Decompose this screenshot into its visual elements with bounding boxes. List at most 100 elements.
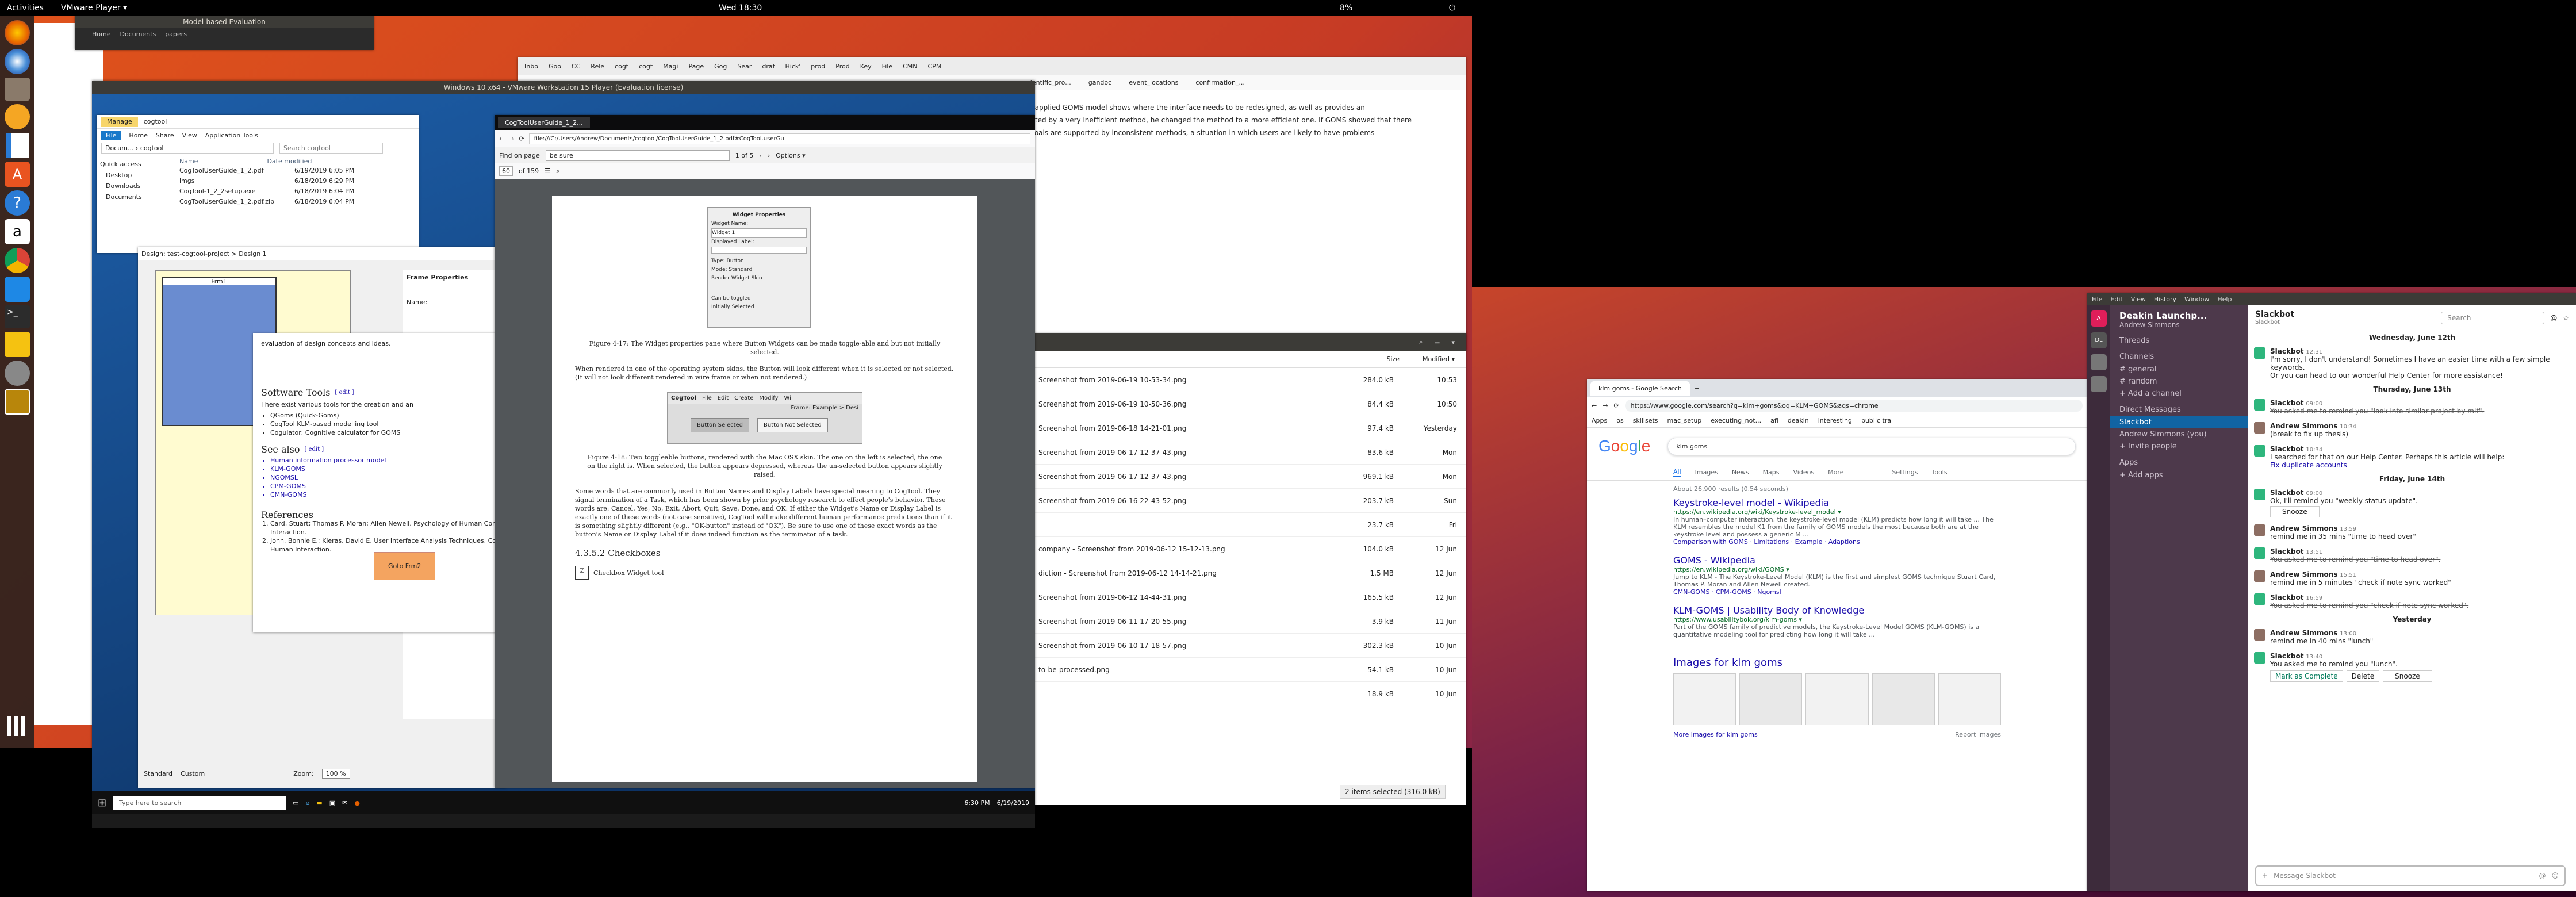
invite-people[interactable]: + Invite people — [2110, 440, 2248, 453]
store-icon[interactable]: ▣ — [329, 799, 335, 807]
nav-downloads[interactable]: Downloads — [100, 181, 174, 191]
tab-google[interactable]: Goo — [545, 62, 565, 71]
result-title[interactable]: GOMS - Wikipedia — [1673, 555, 2001, 566]
snooze-select[interactable]: Snooze — [2383, 670, 2432, 682]
tab-hick[interactable]: Hick' — [782, 62, 804, 71]
search-tab[interactable]: Maps — [1763, 469, 1780, 476]
power-icon[interactable]: ⏻ — [1449, 3, 1455, 13]
explorer-file-row[interactable]: imgs 6/18/2019 6:29 PM — [179, 175, 416, 186]
slackbot-avatar[interactable] — [2254, 399, 2266, 411]
google-tab[interactable]: klm goms - Google Search — [1590, 381, 1690, 396]
software-icon[interactable]: A — [5, 162, 30, 187]
tab-cmn[interactable]: CMN — [899, 62, 921, 71]
menu-icon[interactable]: ▾ — [1451, 339, 1455, 346]
tab-magi[interactable]: Magi — [660, 62, 681, 71]
nav-quick-access[interactable]: Quick access — [100, 159, 174, 170]
vmware-icon[interactable] — [5, 389, 30, 415]
workspace-name[interactable]: Deakin Launchp... — [2110, 305, 2248, 321]
tab-prod[interactable]: prod — [807, 62, 829, 71]
pdf-url[interactable]: file:///C:/Users/Andrew/Documents/cogtoo… — [528, 133, 1030, 144]
menu-file[interactable]: File — [2092, 296, 2102, 303]
tab-inbox[interactable]: Inbo — [521, 62, 542, 71]
crumb-papers[interactable]: papers — [165, 30, 187, 38]
file-row[interactable]: 18.9 kB 10 Jun — [1029, 682, 1466, 706]
activities-button[interactable]: Activities — [7, 3, 44, 13]
thunderbird-icon[interactable] — [5, 49, 30, 74]
workspace-icon-1[interactable]: A — [2091, 310, 2107, 327]
settings-icon[interactable] — [5, 361, 30, 386]
file-row[interactable]: Screenshot from 2019-06-19 10-50-36.png 8… — [1029, 392, 1466, 416]
result-sitelinks[interactable]: Comparison with GOMS · Limitations · Exa… — [1673, 538, 2001, 546]
workspace-icon-3[interactable] — [2091, 354, 2107, 370]
add-channel[interactable]: + Add a channel — [2110, 388, 2248, 400]
files-icon[interactable] — [5, 78, 30, 101]
ribbon-share[interactable]: Share — [156, 132, 174, 139]
page-number-input[interactable]: 60 — [499, 166, 513, 176]
reload-icon[interactable]: ⟳ — [519, 135, 524, 143]
file-row[interactable]: Screenshot from 2019-06-17 12-37-43.png 8… — [1029, 440, 1466, 465]
channel-random[interactable]: # random — [2110, 375, 2248, 388]
files-yellow-icon[interactable] — [5, 332, 30, 357]
tab-cogt2[interactable]: cogt — [635, 62, 656, 71]
search-tab[interactable]: Videos — [1793, 469, 1815, 476]
google-logo[interactable]: Google — [1598, 437, 1650, 455]
menu-help[interactable]: Help — [2217, 296, 2232, 303]
andrew-avatar[interactable] — [2254, 629, 2266, 641]
file-row[interactable]: 23.7 kB Fri — [1029, 513, 1466, 537]
goto-frm2-widget[interactable]: Goto Frm2 — [374, 552, 436, 580]
bookmark-item[interactable]: os — [1616, 417, 1623, 424]
mark-complete-button[interactable]: Mark as Complete — [2270, 670, 2343, 682]
explorer-file-row[interactable]: CogTool-1_2_2setup.exe 6/18/2019 6:04 PM — [179, 186, 416, 196]
reload-icon[interactable]: ⟳ — [1613, 402, 1619, 409]
modified-column-header[interactable]: Modified ▾ — [1423, 355, 1455, 363]
forward-icon[interactable]: → — [1603, 402, 1608, 409]
show-apps-icon[interactable] — [7, 716, 27, 736]
channel-general[interactable]: # general — [2110, 363, 2248, 375]
file-row[interactable]: Screenshot from 2019-06-11 17-20-55.png 3… — [1029, 610, 1466, 634]
andrew-avatar[interactable] — [2254, 524, 2266, 536]
search-icon[interactable]: ⌕ — [556, 167, 559, 175]
slackbot-avatar[interactable] — [2254, 489, 2266, 500]
delete-button[interactable]: Delete — [2346, 670, 2380, 682]
help-icon[interactable]: ? — [5, 190, 30, 216]
find-options[interactable]: Options ▾ — [776, 152, 805, 159]
workspace-icon-2[interactable]: DL — [2091, 332, 2107, 348]
slackbot-avatar[interactable] — [2254, 547, 2266, 559]
explorer-file-row[interactable]: CogToolUserGuide_1_2.pdf 6/19/2019 6:05 P… — [179, 165, 416, 175]
composer-input[interactable]: Message Slackbot — [2274, 872, 2336, 880]
address-bar[interactable]: Docum... › cogtool — [101, 143, 274, 154]
edit-link-2[interactable]: [ edit ] — [304, 445, 324, 454]
explorer-search[interactable]: Search cogtool — [279, 143, 383, 154]
taskbar-search[interactable]: Type here to search — [113, 795, 286, 810]
apps-heading[interactable]: Apps — [2110, 453, 2248, 469]
clock[interactable]: Wed 18:30 — [719, 3, 762, 13]
file-row[interactable]: to-be-processed.png 54.1 kB 10 Jun — [1029, 658, 1466, 682]
crumb-home[interactable]: Home — [92, 30, 110, 38]
tab-cpm[interactable]: CPM — [925, 62, 945, 71]
result-image-2[interactable] — [1739, 673, 1803, 725]
file-row[interactable]: Screenshot from 2019-06-16 22-43-52.png 2… — [1029, 489, 1466, 513]
result-image-4[interactable] — [1872, 673, 1935, 725]
bookmark-event-locations[interactable]: event_locations — [1129, 79, 1178, 86]
file-row[interactable]: diction - Screenshot from 2019-06-12 14-… — [1029, 561, 1466, 585]
back-icon[interactable]: ← — [499, 135, 504, 143]
nav-desktop[interactable]: Desktop — [100, 170, 174, 181]
tab-rele[interactable]: Rele — [587, 62, 608, 71]
menu-window[interactable]: Window — [2184, 296, 2209, 303]
star-icon[interactable]: ☆ — [2563, 314, 2569, 322]
result-url[interactable]: https://en.wikipedia.org/wiki/GOMS ▾ — [1673, 566, 2001, 573]
sidebar-toggle-icon[interactable]: ☰ — [545, 167, 550, 175]
firefox-taskbar-icon[interactable]: ● — [354, 799, 360, 807]
menu-edit[interactable]: Edit — [2110, 296, 2122, 303]
explorer-taskbar-icon[interactable]: ▬ — [316, 799, 322, 807]
taskbar-date[interactable]: 6/19/2019 — [997, 799, 1029, 807]
tab-gog[interactable]: Gog — [711, 62, 730, 71]
result-image-3[interactable] — [1805, 673, 1869, 725]
tab-draf[interactable]: draf — [758, 62, 778, 71]
snooze-button[interactable]: Snooze — [2270, 506, 2320, 518]
file-row[interactable]: Screenshot from 2019-06-10 17-18-57.png 3… — [1029, 634, 1466, 658]
slackbot-avatar[interactable] — [2254, 445, 2266, 457]
bookmark-item[interactable]: deakin — [1788, 417, 1809, 424]
file-row[interactable]: Screenshot from 2019-06-19 10-53-34.png 2… — [1029, 368, 1466, 392]
search-tab[interactable]: Settings — [1892, 469, 1918, 476]
